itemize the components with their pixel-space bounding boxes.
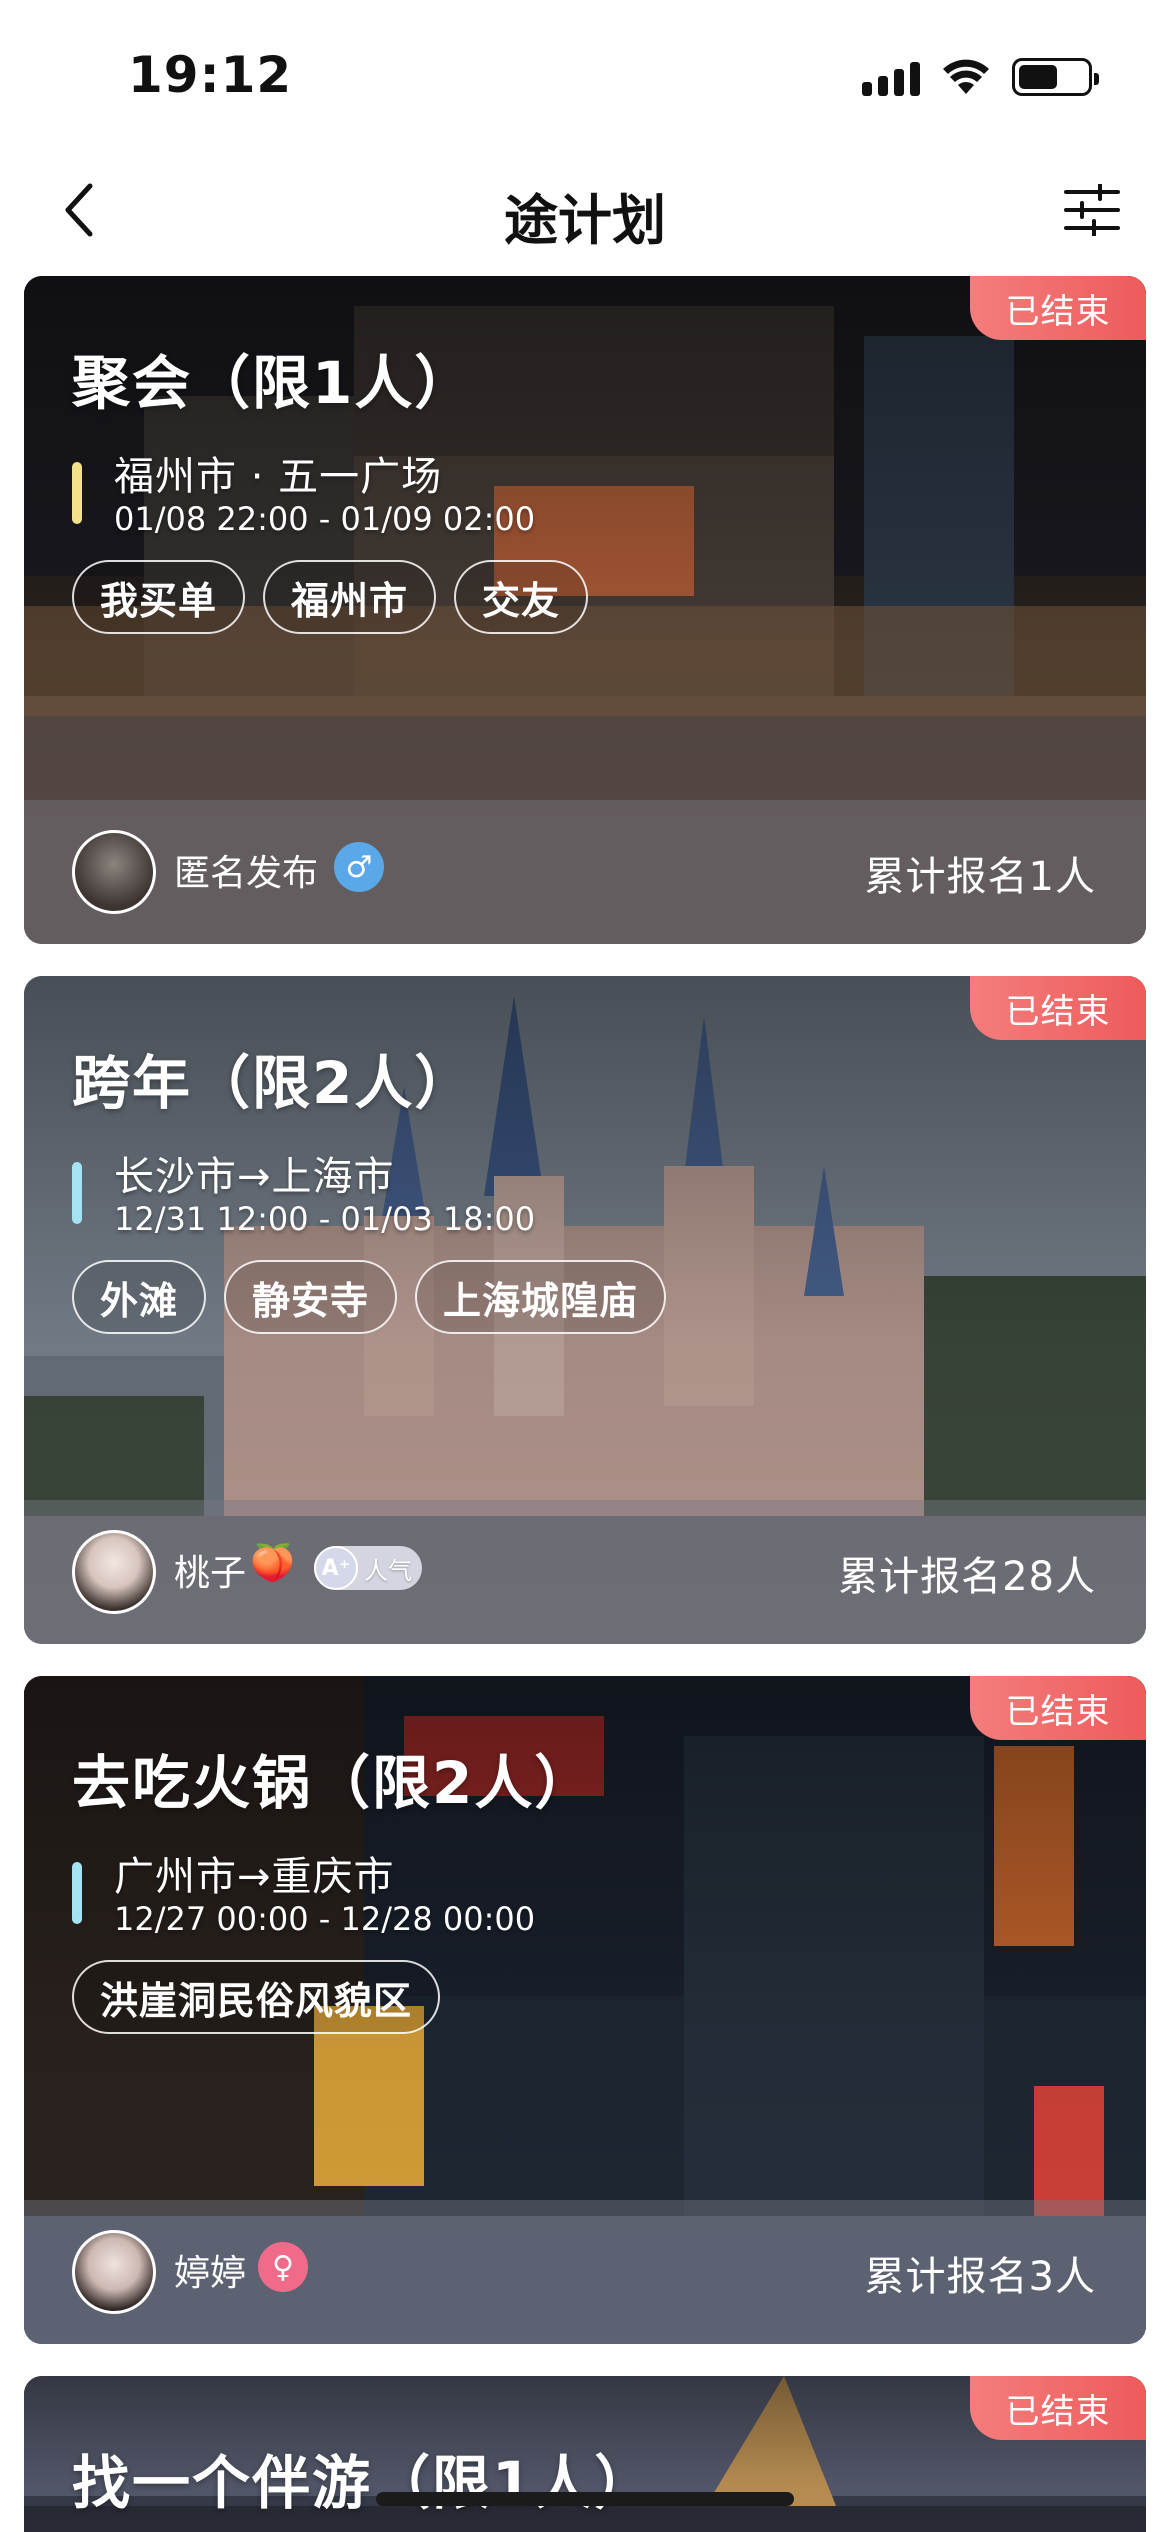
card-title: 跨年（限2人） (72, 1049, 475, 1117)
card-title: 找一个伴游（限1人） (72, 2449, 655, 2517)
route-accent-bar (72, 1162, 82, 1224)
route-accent-bar (72, 1862, 82, 1924)
card-footer: 桃子 🍑 A⁺ 人气 累计报名28人 (24, 1500, 1146, 1644)
route-accent-bar (72, 462, 82, 524)
level-badge-text: 人气 (364, 1556, 412, 1585)
home-indicator[interactable] (376, 2492, 794, 2506)
page-title: 途计划 (504, 189, 666, 252)
signup-count: 累计报名3人 (864, 2254, 1096, 2300)
tag-list: 我买单 福州市 交友 (72, 560, 589, 634)
tag[interactable]: 交友 (454, 560, 589, 634)
card-title: 聚会（限1人） (72, 349, 475, 417)
plan-card[interactable]: 已结束 聚会（限1人） 福州市 · 五一广场 01/08 22:00 - 01/… (24, 276, 1146, 944)
status-badge: 已结束 (970, 1676, 1146, 1740)
user-name: 桃子 (174, 1553, 247, 1594)
filter-button[interactable] (1052, 170, 1132, 250)
card-footer: 匿名发布 ♂ 累计报名1人 (24, 800, 1146, 944)
plan-card[interactable]: 已结束 去吃火锅（限2人） 广州市→重庆市 12/27 00:00 - 12/2… (24, 1676, 1146, 2344)
status-badge: 已结束 (970, 276, 1146, 340)
card-route: 福州市 · 五一广场 (114, 454, 443, 500)
battery-icon (1012, 58, 1099, 96)
tag-list: 洪崖洞民俗风貌区 (72, 1960, 441, 2034)
plan-card[interactable]: 已结束 跨年（限2人） 长沙市→上海市 12/31 12:00 - 01/03 … (24, 976, 1146, 1644)
nav-bar: 途计划 (0, 150, 1170, 270)
avatar[interactable] (72, 2230, 156, 2314)
wifi-icon (943, 59, 989, 94)
status-bar: 19:12 (0, 0, 1170, 150)
plan-card[interactable]: 已结束 找一个伴游（限1人） (24, 2376, 1146, 2532)
card-route: 长沙市→上海市 (114, 1154, 395, 1200)
tag[interactable]: 静安寺 (224, 1260, 398, 1334)
tag[interactable]: 我买单 (72, 560, 246, 634)
card-title: 去吃火锅（限2人） (72, 1749, 595, 1817)
female-icon: ♀ (258, 2242, 308, 2292)
status-time: 19:12 (128, 46, 293, 104)
cellular-signal-icon (862, 58, 920, 96)
tag[interactable]: 外滩 (72, 1260, 207, 1334)
sliders-icon (1064, 184, 1120, 236)
tag[interactable]: 上海城隍庙 (415, 1260, 667, 1334)
tag[interactable]: 福州市 (263, 560, 437, 634)
level-badge-icon: A⁺ (314, 1546, 358, 1590)
status-badge: 已结束 (970, 976, 1146, 1040)
card-dates: 12/31 12:00 - 01/03 18:00 (114, 1200, 536, 1238)
card-dates: 12/27 00:00 - 12/28 00:00 (114, 1900, 536, 1938)
card-footer: 婷婷 ♀ 累计报名3人 (24, 2200, 1146, 2344)
user-name: 婷婷 (174, 2253, 247, 2294)
peach-icon: 🍑 (250, 1543, 295, 1584)
avatar[interactable] (72, 1530, 156, 1614)
tag[interactable]: 洪崖洞民俗风貌区 (72, 1960, 441, 2034)
signup-count: 累计报名1人 (864, 854, 1096, 900)
tag-list: 外滩 静安寺 上海城隍庙 (72, 1260, 667, 1334)
status-icons (862, 52, 1099, 102)
user-name: 匿名发布 (174, 853, 319, 894)
card-dates: 01/08 22:00 - 01/09 02:00 (114, 500, 536, 538)
male-icon: ♂ (334, 842, 384, 892)
card-route: 广州市→重庆市 (114, 1854, 395, 1900)
signup-count: 累计报名28人 (838, 1554, 1096, 1600)
status-badge: 已结束 (970, 2376, 1146, 2440)
avatar[interactable] (72, 830, 156, 914)
level-badge: A⁺ 人气 (314, 1546, 422, 1590)
